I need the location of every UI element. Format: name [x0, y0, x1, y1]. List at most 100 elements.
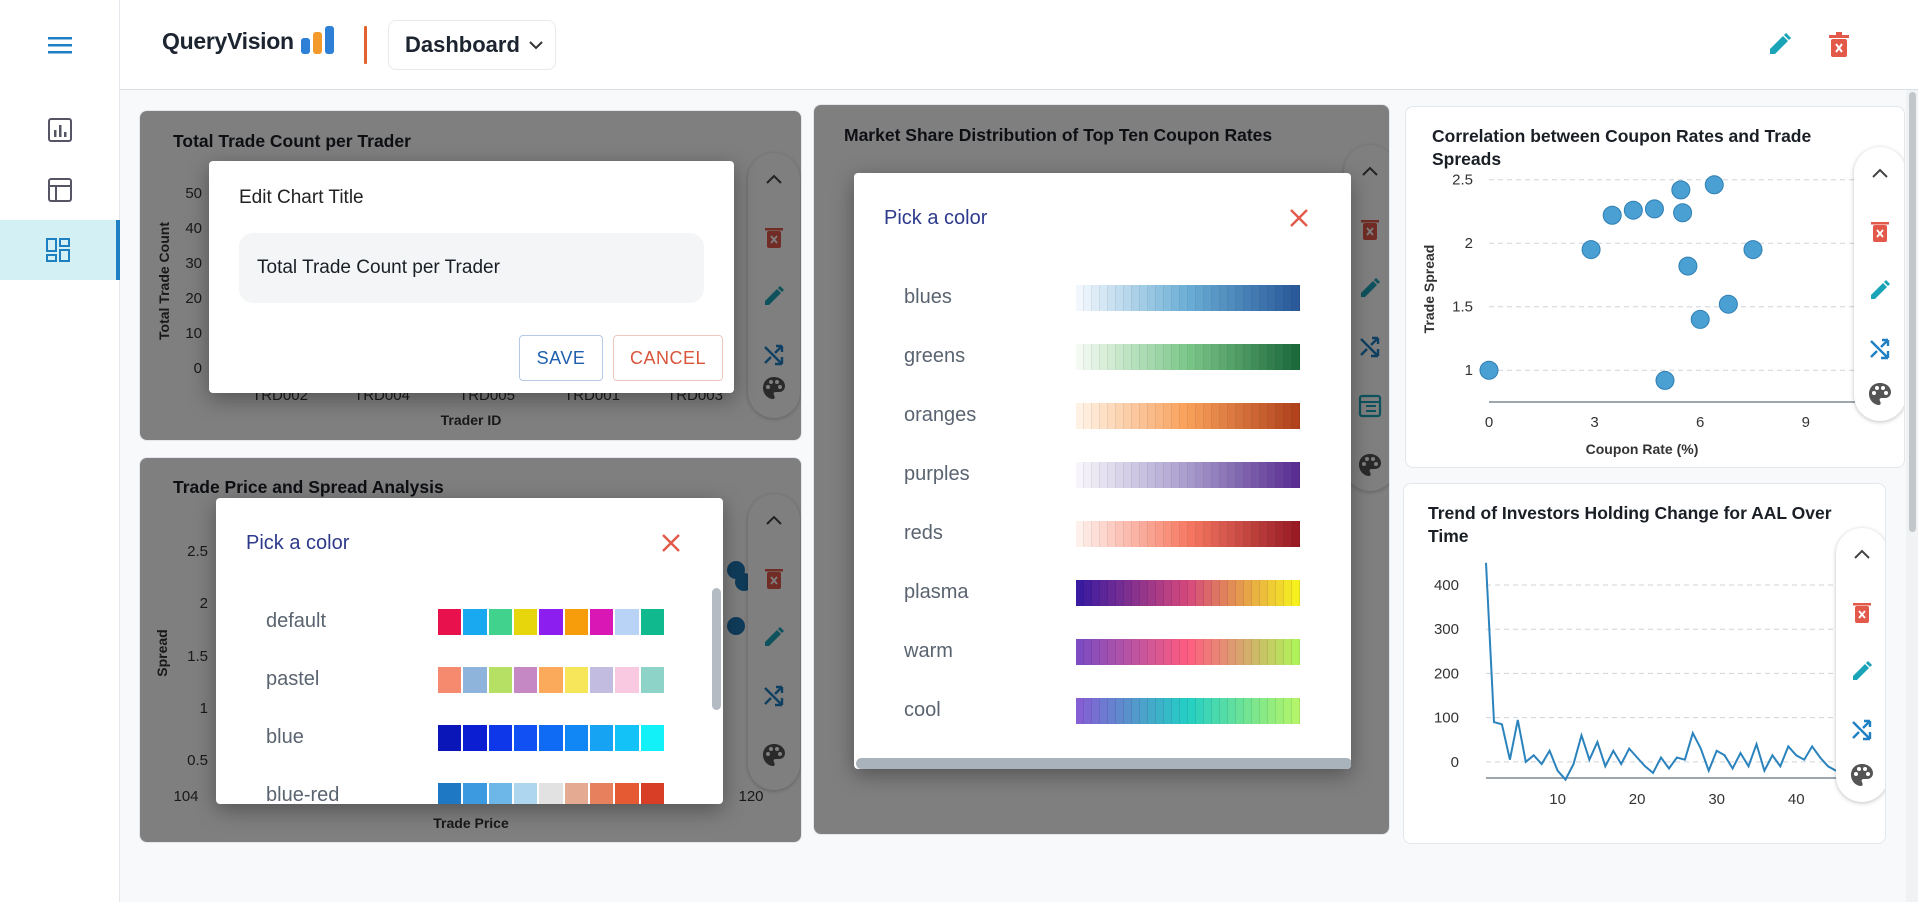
shuffle-button[interactable] [1846, 714, 1878, 746]
palette-option-purples[interactable]: purples [854, 446, 1351, 504]
gradient-cell [1132, 344, 1140, 370]
gradient-cell [1292, 462, 1300, 488]
gradient-cell [1092, 698, 1100, 724]
gradient-cell [1076, 285, 1084, 311]
palette-option-greens[interactable]: greens [854, 328, 1351, 386]
chart-title-input[interactable]: Total Trade Count per Trader [239, 233, 704, 303]
sidebar-item-tables[interactable] [0, 160, 120, 220]
palette-name: default [266, 610, 327, 632]
gradient-cell [1212, 403, 1220, 429]
gradient-cell [1276, 285, 1284, 311]
gradient-cell [1204, 639, 1212, 665]
gradient-cell [1196, 521, 1204, 547]
gradient-cell [1212, 285, 1220, 311]
gradient-cell [1292, 698, 1300, 724]
gradient-cell [1148, 698, 1156, 724]
palette-option-pastel[interactable]: pastel [216, 651, 723, 709]
gradient-cell [1076, 639, 1084, 665]
swatch [438, 783, 462, 804]
gradient-cell [1196, 403, 1204, 429]
delete-chart-button[interactable] [1846, 596, 1878, 628]
edit-dashboard-button[interactable] [1762, 28, 1796, 62]
palette-option-plasma[interactable]: plasma [854, 564, 1351, 622]
chevron-up-icon [1854, 549, 1870, 559]
palette-option-cool[interactable]: cool [854, 682, 1351, 740]
edit-title-button[interactable] [1864, 274, 1896, 306]
cancel-button[interactable]: CANCEL [613, 335, 723, 381]
close-button[interactable] [656, 528, 686, 558]
gradient-cell [1228, 285, 1236, 311]
palette-button[interactable] [1864, 378, 1896, 410]
gradient-cell [1268, 285, 1276, 311]
gradient-cell [1076, 521, 1084, 547]
gradient-cell [1084, 580, 1092, 606]
page-scrollbar[interactable] [1906, 90, 1918, 902]
gradient-cell [1244, 344, 1252, 370]
palette-option-blue[interactable]: blue [216, 709, 723, 767]
gradient-cell [1268, 344, 1276, 370]
dashboard-icon [46, 238, 70, 262]
sidebar-item-dashboard[interactable] [0, 220, 120, 280]
scatter-point [1718, 294, 1738, 314]
dashboard-selector[interactable]: Dashboard [388, 20, 556, 70]
logo-bars-icon [300, 26, 334, 54]
delete-dashboard-button[interactable] [1822, 28, 1856, 62]
gradient-cell [1076, 462, 1084, 488]
menu-button[interactable] [0, 15, 120, 75]
gradient-cell [1276, 344, 1284, 370]
sidebar-item-charts[interactable] [0, 100, 120, 160]
gradient-cell [1260, 403, 1268, 429]
collapse-button[interactable] [1864, 157, 1896, 189]
gradient-cell [1196, 344, 1204, 370]
palette-option-default[interactable]: default [216, 593, 723, 651]
pencil-icon [1871, 279, 1891, 299]
palette-button[interactable] [1846, 759, 1878, 791]
gradient-cell [1100, 698, 1108, 724]
swatch [513, 609, 538, 635]
swatch [640, 783, 664, 804]
gradient-cell [1268, 403, 1276, 429]
palette-option-blue-red[interactable]: blue-red [216, 767, 723, 804]
gradient-cell [1124, 462, 1132, 488]
delete-chart-button[interactable] [1864, 215, 1896, 247]
gradient-cell [1124, 344, 1132, 370]
edit-title-button[interactable] [1846, 655, 1878, 687]
gradient-cell [1156, 285, 1164, 311]
gradient-cell [1252, 698, 1260, 724]
scatter-point [1655, 370, 1675, 390]
gradient-cell [1284, 285, 1292, 311]
scatter-point [1678, 256, 1698, 276]
palette-option-oranges[interactable]: oranges [854, 387, 1351, 445]
palette-gradient-bar [1076, 698, 1300, 724]
chart-toolbar [1836, 528, 1885, 802]
gradient-cell [1164, 639, 1172, 665]
color-picker-dialog: Pick a color blues greens oranges purples re… [854, 173, 1351, 769]
palette-option-blues[interactable]: blues [854, 269, 1351, 327]
gradient-cell [1156, 403, 1164, 429]
dialog-scrollbar[interactable] [856, 758, 1351, 769]
gradient-cell [1228, 521, 1236, 547]
dialog-scrollbar[interactable] [712, 588, 721, 710]
palette-name: warm [904, 640, 953, 662]
x-tick: 30 [1708, 791, 1725, 808]
close-button[interactable] [1284, 203, 1314, 233]
gradient-cell [1100, 521, 1108, 547]
trash-icon [1871, 222, 1889, 242]
gradient-cell [1228, 580, 1236, 606]
gradient-cell [1244, 580, 1252, 606]
gradient-cell [1124, 521, 1132, 547]
gradient-cell [1204, 403, 1212, 429]
shuffle-button[interactable] [1864, 333, 1896, 365]
palette-option-warm[interactable]: warm [854, 623, 1351, 681]
gradient-cell [1156, 462, 1164, 488]
collapse-button[interactable] [1846, 538, 1878, 570]
palette-name: greens [904, 345, 966, 367]
gradient-cell [1148, 639, 1156, 665]
swatch [564, 609, 588, 635]
gradient-cell [1284, 462, 1292, 488]
gradient-cell [1244, 403, 1252, 429]
gradient-cell [1260, 698, 1268, 724]
gradient-cell [1140, 580, 1148, 606]
palette-option-reds[interactable]: reds [854, 505, 1351, 563]
save-button[interactable]: SAVE [519, 335, 603, 381]
